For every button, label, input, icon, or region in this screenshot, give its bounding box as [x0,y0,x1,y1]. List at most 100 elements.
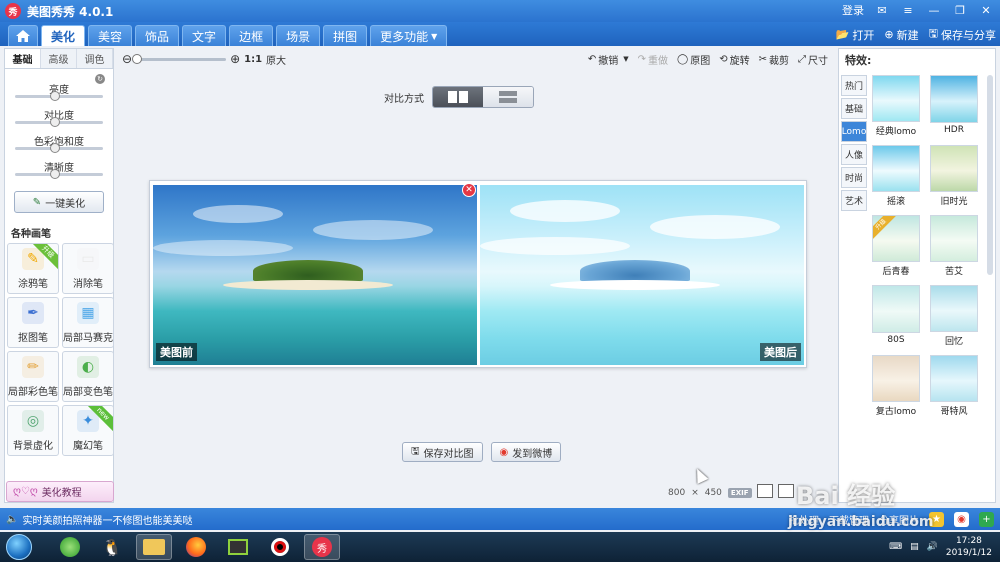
open-button[interactable]: 📂 打开 [836,25,875,44]
slider-handle[interactable] [49,117,60,127]
new-button[interactable]: ⊕ 新建 [884,25,918,44]
rotate-button[interactable]: ⟲ 旋转 [719,52,749,67]
undo-button[interactable]: ↶ 撤销 ▼ [588,52,629,67]
media-player-icon[interactable] [220,534,256,560]
tab-beautify[interactable]: 美化 [41,25,86,46]
network-icon[interactable]: ▤ [910,542,919,552]
minimize-icon[interactable]: — [926,2,942,18]
tab-more[interactable]: 更多功能 ▼ [370,25,448,46]
open-label: 打开 [852,28,875,42]
zoom-in-icon[interactable]: ⊕ [230,52,240,66]
tab-collage[interactable]: 拼图 [323,25,368,46]
tab-border[interactable]: 边框 [229,25,274,46]
home-tab[interactable] [8,25,38,46]
effect-category[interactable]: 人像 [841,144,867,165]
zoom-slider-handle[interactable] [132,53,143,64]
effect-category[interactable]: 时尚 [841,167,867,188]
close-compare-icon[interactable]: ✕ [462,183,476,197]
brush-tool[interactable]: new ✦ 魔幻笔 [62,405,114,456]
slider-handle[interactable] [49,169,60,179]
ratio-button[interactable]: 1:1 [244,54,262,65]
volume-icon[interactable]: 🔊 [927,542,938,552]
single-view-icon[interactable] [757,484,773,498]
original-button[interactable]: ◯ 原图 [677,52,710,67]
effect-item[interactable]: 复古lomo [871,355,921,417]
file-explorer-icon[interactable] [136,534,172,560]
subtab-basic[interactable]: 基础 [5,49,41,68]
slider-track[interactable] [15,169,103,179]
effect-category[interactable]: Lomo [841,121,867,142]
effects-scrollbar[interactable] [987,75,993,275]
exif-badge[interactable]: EXIF [727,488,752,498]
menu-icon[interactable]: ≡ [900,2,916,18]
effect-item[interactable]: 摇滚 [871,145,921,207]
tab-scene[interactable]: 场景 [276,25,321,46]
login-link[interactable]: 登录 [842,2,864,18]
effect-thumbnail[interactable] [872,75,920,122]
start-button[interactable] [6,534,32,560]
effect-item[interactable]: 旧时光 [929,145,979,207]
slider-handle[interactable] [49,91,60,101]
effect-thumbnail[interactable] [930,145,978,192]
effect-thumbnail[interactable] [930,75,978,123]
qq-icon[interactable]: 🐧 [94,534,130,560]
side-by-side-mode-button[interactable] [433,87,483,107]
original-size-label[interactable]: 原大 [266,52,286,67]
effect-thumbnail[interactable]: 升级 [872,215,920,262]
top-bottom-mode-button[interactable] [483,87,533,107]
effect-thumbnail[interactable] [930,355,978,402]
save-compare-button[interactable]: 🖫 保存对比图 [402,442,483,462]
record-icon[interactable] [262,534,298,560]
brush-tool[interactable]: ◐ 局部变色笔 [62,351,114,402]
slider-track[interactable] [15,91,103,101]
firefox-icon[interactable] [178,534,214,560]
subtab-color[interactable]: 调色 [77,49,113,68]
brush-tool[interactable]: ▦ 局部马赛克 [62,297,114,348]
brush-tool[interactable]: ▭ 消除笔 [62,243,114,294]
effect-item[interactable]: HDR [929,75,979,137]
effect-item[interactable]: 回忆 [929,285,979,347]
meitu-taskbar-icon[interactable]: 秀 [304,534,340,560]
effect-item[interactable]: 升级 后青春 [871,215,921,277]
effect-thumbnail[interactable] [872,285,920,333]
effect-item[interactable]: 80S [871,285,921,347]
maximize-icon[interactable]: ❐ [952,2,968,18]
effect-category[interactable]: 基础 [841,98,867,119]
close-window-icon[interactable]: ✕ [978,2,994,18]
effect-item[interactable]: 经典lomo [871,75,921,137]
effect-category[interactable]: 热门 [841,75,867,96]
zoom-out-icon[interactable]: ⊖ [122,52,132,66]
size-button[interactable]: ⤢ 尺寸 [798,52,828,67]
tutorial-button[interactable]: ღ♡ღ 美化教程 [6,481,114,502]
slider-track[interactable] [15,117,103,127]
tab-text[interactable]: 文字 [182,25,227,46]
brush-tool[interactable]: ✒ 抠图笔 [7,297,59,348]
message-icon[interactable]: ✉ [874,2,890,18]
send-weibo-button[interactable]: ◉ 发到微博 [490,442,562,462]
effect-category[interactable]: 艺术 [841,190,867,211]
slider-track[interactable] [15,143,103,153]
effect-name: 苦艾 [944,267,963,277]
slider-handle[interactable] [49,143,60,153]
edit-tools: ↶ 撤销 ▼ ↷ 重做 ◯ 原图 ⟲ 旋转 ✂ 裁剪 ⤢ 尺寸 [588,52,828,67]
brush-tool[interactable]: 升级 ✎ 涂鸦笔 [7,243,59,294]
effect-thumbnail[interactable] [872,355,920,402]
tab-accessories[interactable]: 饰品 [135,25,180,46]
crop-button[interactable]: ✂ 裁剪 [759,52,789,67]
redo-button[interactable]: ↷ 重做 [638,52,668,67]
tab-face[interactable]: 美容 [88,25,133,46]
one-key-beautify-button[interactable]: ✎ 一键美化 [14,191,104,213]
brush-tool[interactable]: ✏ 局部彩色笔 [7,351,59,402]
effect-thumbnail[interactable] [930,215,978,262]
effect-thumbnail[interactable] [930,285,978,332]
subtab-advanced[interactable]: 高级 [41,49,77,68]
browser-360-icon[interactable] [52,534,88,560]
effect-item[interactable]: 苦艾 [929,215,979,277]
effect-item[interactable]: 哥特风 [929,355,979,417]
brush-tool[interactable]: ◎ 背景虚化 [7,405,59,456]
zoom-slider[interactable] [132,53,227,64]
status-message[interactable]: 🔈 实时美颜拍照神器一不修图也能美美哒 [6,512,192,527]
effect-thumbnail[interactable] [872,145,920,192]
save-share-button[interactable]: 🖫 保存与分享 [929,25,996,44]
keyboard-icon[interactable]: ⌨ [889,542,902,552]
